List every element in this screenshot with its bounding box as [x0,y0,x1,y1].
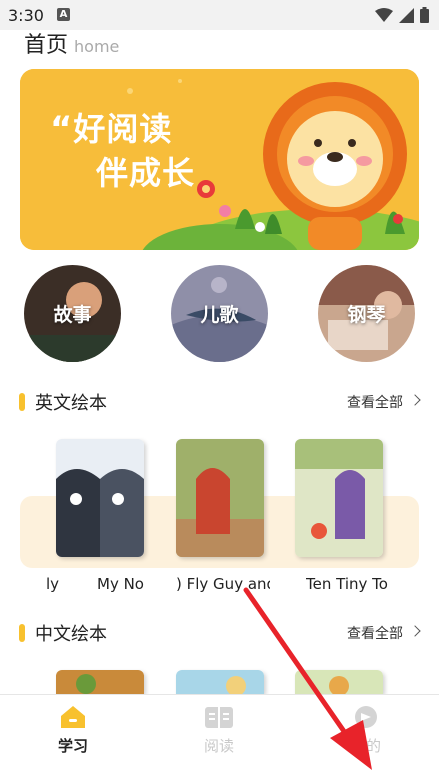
section-accent-bar [19,624,25,642]
chevron-right-icon [409,625,421,637]
wifi-icon [375,8,393,22]
status-bar: 3:30 A [0,0,439,30]
tab-read-label: 阅读 [203,737,234,755]
category-song[interactable]: 儿歌 [171,265,268,362]
chevron-right-icon [409,394,421,406]
chinese-book-1-cover[interactable] [56,670,144,694]
profile-icon [355,706,377,728]
banner-quote-mark: “ [50,109,74,149]
banner-line2: 伴成长 [96,154,196,192]
chinese-section-header: 中文绘本 查看全部 [0,618,439,648]
page-title: 首页 home [24,27,119,59]
english-view-all-button[interactable]: 查看全部 [347,392,403,412]
tab-read[interactable]: 阅读 [159,705,279,756]
section-accent-bar [19,393,25,411]
english-book-title-0: ly [46,575,60,593]
signal-icon [399,7,414,23]
category-story[interactable]: 故事 [24,265,121,362]
english-book-title-1: My No [97,575,144,593]
tab-mine[interactable]: 我的 [306,705,426,756]
tab-study-label: 学习 [57,737,88,755]
tab-mine-label: 我的 [350,737,381,755]
category-piano-label: 钢琴 [347,304,386,326]
category-song-label: 儿歌 [200,304,239,326]
banner-line1: 好阅读 [73,110,173,148]
category-row: 故事 儿歌 钢琴 [0,265,439,365]
notification-a-icon: A [57,8,70,21]
promo-banner[interactable]: “好阅读 伴成长 [20,69,419,250]
chinese-section-title: 中文绘本 [35,624,107,645]
english-book-title-3: Ten Tiny To [306,575,388,593]
english-section-header: 英文绘本 查看全部 [0,387,439,417]
status-time: 3:30 [8,6,44,25]
banner-slogan: “好阅读 伴成长 [50,107,195,195]
tab-study[interactable]: 学习 [13,705,133,756]
page-title-en: home [74,37,120,56]
category-piano[interactable]: 钢琴 [318,265,415,362]
home-icon [61,706,85,728]
page-title-cn: 首页 [24,33,69,58]
english-book-1-cover[interactable] [56,439,144,557]
chinese-book-2-cover[interactable] [176,670,264,694]
english-section-title: 英文绘本 [35,393,107,414]
category-story-label: 故事 [53,304,92,326]
english-book-2-cover[interactable] [176,439,264,557]
bottom-tab-bar: 学习 阅读 我的 [0,694,439,783]
battery-icon [420,7,429,23]
english-book-title-2: ) Fly Guy and [176,575,270,593]
chinese-book-3-cover[interactable] [295,670,383,694]
chinese-view-all-button[interactable]: 查看全部 [347,623,403,643]
book-icon [205,707,233,728]
english-book-3-cover[interactable] [295,439,383,557]
